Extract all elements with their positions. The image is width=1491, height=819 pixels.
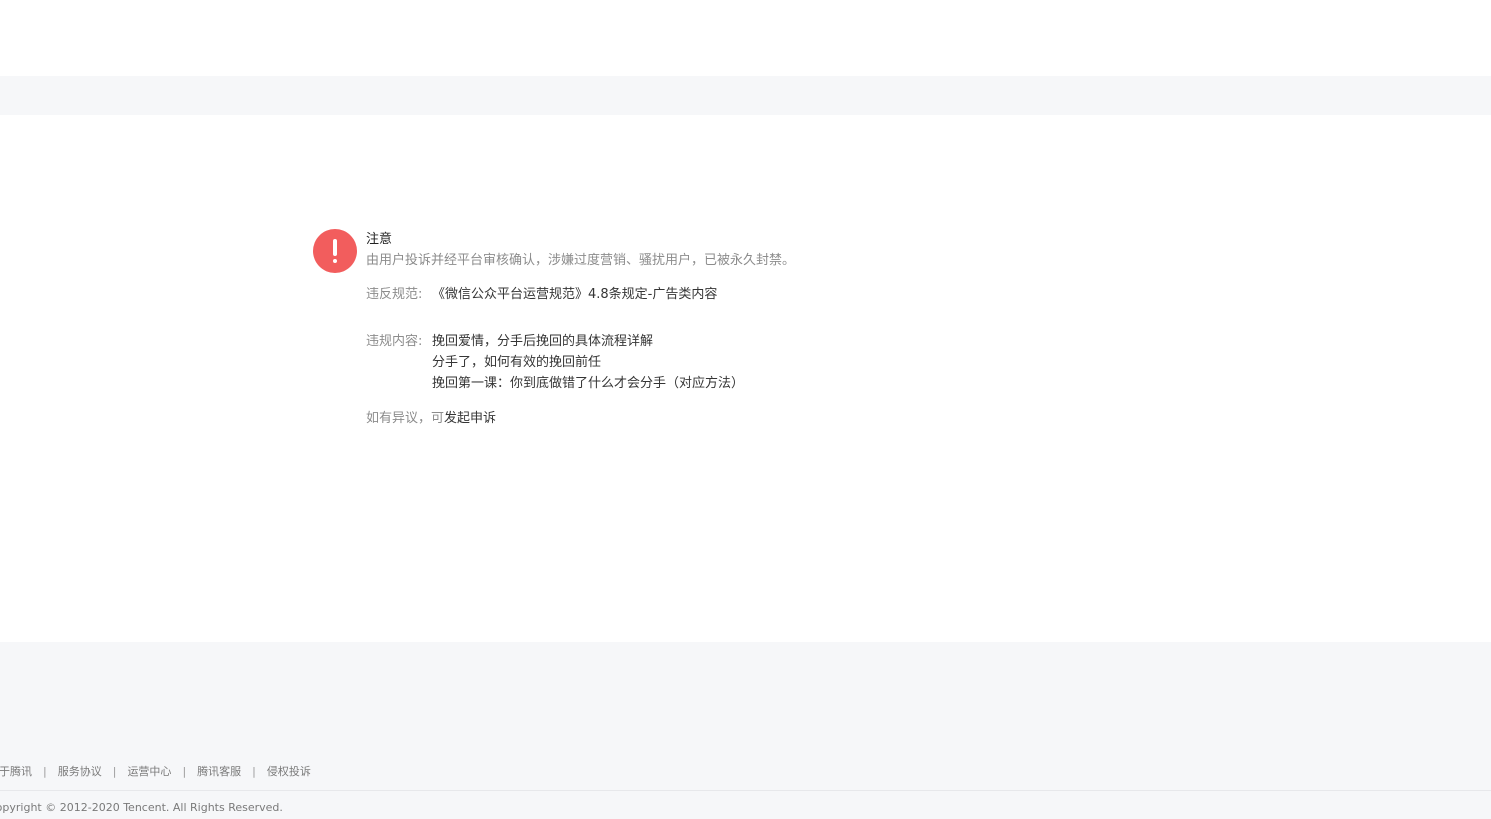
violating-content-label: 违规内容: bbox=[366, 334, 423, 349]
footer: 关于腾讯 | 服务协议 | 运营中心 | 腾讯客服 | 侵权投诉 Copyright © 201… bbox=[0, 642, 1491, 819]
footer-separator: | bbox=[112, 765, 117, 778]
appeal-link[interactable]: 发起申诉 bbox=[444, 411, 496, 426]
footer-links: 关于腾讯 | 服务协议 | 运营中心 | 腾讯客服 | 侵权投诉 bbox=[0, 764, 311, 780]
footer-separator: | bbox=[43, 765, 47, 778]
appeal-prefix: 如有异议，可 bbox=[366, 411, 445, 426]
notice-body: 注意 由用户投诉并经平台审核确认，涉嫌过度营销、骚扰用户，已被永久封禁。 违反规… bbox=[366, 231, 1206, 429]
violating-content-row: 违规内容: 挽回爱情，分手后挽回的具体流程详解 分手了，如何有效的挽回前任 挽回… bbox=[366, 331, 1206, 394]
footer-link-operations-center[interactable]: 运营中心 bbox=[127, 765, 171, 778]
nav-band bbox=[0, 76, 1491, 115]
page: 注意 由用户投诉并经平台审核确认，涉嫌过度营销、骚扰用户，已被永久封禁。 违反规… bbox=[0, 0, 1491, 819]
footer-link-customer-service[interactable]: 腾讯客服 bbox=[197, 765, 241, 778]
footer-link-about-tencent[interactable]: 关于腾讯 bbox=[0, 765, 32, 778]
copyright: Copyright © 2012-2020 Tencent. All Right… bbox=[0, 801, 283, 814]
notice-description: 由用户投诉并经平台审核确认，涉嫌过度营销、骚扰用户，已被永久封禁。 bbox=[366, 253, 796, 268]
violated-rule-label: 违反规范: bbox=[366, 287, 423, 302]
appeal-row: 如有异议，可发起申诉 bbox=[366, 408, 1206, 429]
footer-separator: | bbox=[252, 765, 256, 778]
top-header-area bbox=[0, 0, 1491, 76]
violated-rule-value: 《微信公众平台运营规范》4.8条规定-广告类内容 bbox=[432, 287, 718, 302]
footer-link-infringement-complaint[interactable]: 侵权投诉 bbox=[267, 765, 311, 778]
footer-link-service-agreement[interactable]: 服务协议 bbox=[58, 765, 102, 778]
list-item: 挽回第一课：你到底做错了什么才会分手（对应方法） bbox=[432, 376, 745, 391]
exclamation-icon bbox=[313, 229, 357, 273]
violating-content-list: 挽回爱情，分手后挽回的具体流程详解 分手了，如何有效的挽回前任 挽回第一课：你到… bbox=[432, 331, 744, 394]
notice-title: 注意 bbox=[366, 232, 393, 247]
list-item: 分手了，如何有效的挽回前任 bbox=[432, 355, 602, 370]
list-item: 挽回爱情，分手后挽回的具体流程详解 bbox=[432, 334, 654, 349]
violated-rule-row: 违反规范: 《微信公众平台运营规范》4.8条规定-广告类内容 bbox=[366, 284, 1206, 305]
footer-separator: | bbox=[182, 765, 187, 778]
footer-divider bbox=[0, 790, 1491, 791]
